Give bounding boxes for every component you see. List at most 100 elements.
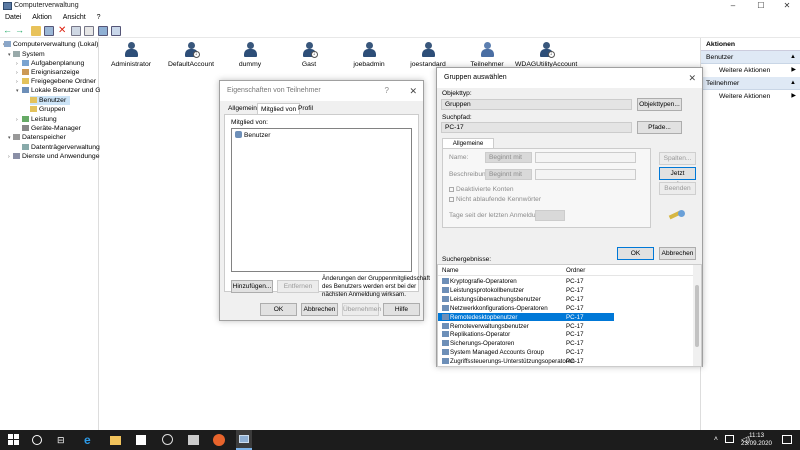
store-icon[interactable] <box>136 435 146 445</box>
user-item-wdagutilityaccount[interactable]: ↓ WDAGUtilityAccount <box>515 42 577 68</box>
non-expiring-checkbox[interactable]: Nicht ablaufende Kennwörter <box>449 196 541 203</box>
minimize-button[interactable]: – <box>720 0 746 13</box>
tree-item-datentraegerverwaltung[interactable]: Datenträgerverwaltung <box>22 143 100 152</box>
close-button[interactable]: ✕ <box>774 0 800 13</box>
menu-datei[interactable]: Datei <box>5 13 21 23</box>
search-results-list[interactable]: Name Ordner Kryptografie-Operatoren PC-17… <box>437 264 702 367</box>
tab-profil[interactable]: Profil <box>295 103 316 114</box>
ok-button[interactable]: OK <box>260 303 297 316</box>
tree-item-geraete-manager[interactable]: Geräte-Manager <box>22 124 81 133</box>
tree-item-lokale-benutzer[interactable]: Lokale Benutzer und Gru <box>22 86 107 95</box>
properties-icon[interactable] <box>71 26 81 36</box>
delete-icon[interactable]: ✕ <box>58 26 68 36</box>
user-item-teilnehmer[interactable]: Teilnehmer <box>456 42 518 68</box>
system-tray-chevron-icon[interactable]: ˄ <box>714 436 718 443</box>
close-icon[interactable]: ✕ <box>409 81 417 101</box>
tree-item-leistung[interactable]: Leistung <box>22 115 57 124</box>
tab-mitglied-von[interactable]: Mitglied von <box>257 103 301 114</box>
action-weitere-aktionen-1[interactable]: Weitere Aktionen ▶ <box>701 64 800 77</box>
show-tree-icon[interactable] <box>44 26 54 36</box>
ok-button[interactable]: OK <box>617 247 654 260</box>
user-item-joebadmin[interactable]: joebadmin <box>338 42 400 68</box>
result-row[interactable]: Netzwerkkonfigurations-Operatoren PC-17 <box>438 304 695 313</box>
tree-item-system[interactable]: System <box>13 50 45 59</box>
user-item-defaultaccount[interactable]: ↓ DefaultAccount <box>160 42 222 68</box>
result-row[interactable]: Kryptografie-Operatoren PC-17 <box>438 277 695 286</box>
tool-app-icon[interactable] <box>188 435 199 445</box>
result-row[interactable]: Remoteverwaltungsbenutzer PC-17 <box>438 322 695 331</box>
user-item-gast[interactable]: ↓ Gast <box>278 42 340 68</box>
column-name-header[interactable]: Name <box>442 267 459 274</box>
maximize-button[interactable]: ☐ <box>748 0 774 13</box>
days-since-logon-select[interactable] <box>535 210 565 221</box>
member-item-benutzer[interactable]: Benutzer <box>235 131 270 139</box>
user-item-administrator[interactable]: Administrator <box>100 42 162 68</box>
user-item-dummy[interactable]: dummy <box>219 42 281 68</box>
clock-app-icon[interactable] <box>162 434 173 445</box>
cancel-button[interactable]: Abbrechen <box>659 247 696 260</box>
add-button[interactable]: Hinzufügen... <box>231 280 273 293</box>
close-icon[interactable]: ✕ <box>688 68 696 88</box>
name-mode-select[interactable]: Beginnt mit <box>485 152 532 163</box>
back-icon[interactable]: ← <box>3 26 13 36</box>
edge-icon[interactable]: e <box>84 434 96 446</box>
column-folder-header[interactable]: Ordner <box>566 267 585 274</box>
description-input[interactable] <box>535 169 636 180</box>
submenu-arrow-icon: ▶ <box>791 67 796 73</box>
help-icon[interactable] <box>98 26 108 36</box>
scrollbar-thumb[interactable] <box>695 285 699 347</box>
computer-management-taskbar-button[interactable] <box>236 430 252 450</box>
start-button[interactable] <box>8 434 20 446</box>
view-icon[interactable] <box>111 26 121 36</box>
menu-aktion[interactable]: Aktion <box>32 13 51 23</box>
disabled-accounts-checkbox[interactable]: Deaktivierte Konten <box>449 186 514 193</box>
paths-button[interactable]: Pfade... <box>637 121 682 134</box>
help-title-button[interactable]: ? <box>385 81 389 101</box>
search-now-button[interactable]: Jetzt suchen <box>659 167 696 188</box>
action-weitere-aktionen-2[interactable]: Weitere Aktionen ▶ <box>701 90 800 103</box>
result-row[interactable]: Sicherungs-Operatoren PC-17 <box>438 339 695 348</box>
menu-ansicht[interactable]: Ansicht <box>63 13 86 23</box>
actions-section-benutzer[interactable]: Benutzer ▲ <box>701 51 800 64</box>
tree-item-datenspeicher[interactable]: Datenspeicher <box>13 133 66 142</box>
menu-help[interactable]: ? <box>97 13 101 23</box>
task-view-icon[interactable]: ⊟ <box>57 434 69 446</box>
results-scrollbar[interactable] <box>693 265 701 366</box>
firefox-icon[interactable] <box>213 434 225 446</box>
apply-button[interactable]: Übernehmen <box>342 303 381 316</box>
columns-button[interactable]: Spalten... <box>659 152 696 165</box>
taskbar: ⊟ e ˄ ◁) 11:13 23.09.2020 <box>0 430 800 450</box>
tree-item-aufgabenplanung[interactable]: Aufgabenplanung <box>22 59 84 68</box>
tree-item-freigegebene-ordner[interactable]: Freigegebene Ordner <box>22 77 96 86</box>
network-icon[interactable] <box>725 435 734 443</box>
description-mode-select[interactable]: Beginnt mit <box>485 169 532 180</box>
tab-allgemein[interactable]: Allgemein <box>225 103 260 114</box>
user-item-joestandard[interactable]: joestandard <box>397 42 459 68</box>
tree-item-dienste[interactable]: Dienste und Anwendungen <box>13 152 103 161</box>
cancel-button[interactable]: Abbrechen <box>301 303 338 316</box>
tree-item-ereignisanzeige[interactable]: Ereignisanzeige <box>22 68 79 77</box>
stop-button[interactable]: Beenden <box>659 182 696 195</box>
tree-item-gruppen[interactable]: Gruppen <box>30 105 65 114</box>
result-row[interactable]: Replikations-Operator PC-17 <box>438 330 695 339</box>
remove-button[interactable]: Entfernen <box>277 280 319 293</box>
result-row[interactable]: Leistungsprotokollbenutzer PC-17 <box>438 286 695 295</box>
file-explorer-icon[interactable] <box>110 436 121 445</box>
folder-up-icon[interactable] <box>31 26 41 36</box>
member-of-list[interactable]: Benutzer <box>231 128 412 272</box>
name-input[interactable] <box>535 152 636 163</box>
clock[interactable]: 11:13 23.09.2020 <box>741 432 772 448</box>
result-row[interactable]: Zugriffssteuerungs-Unterstützungsoperato… <box>438 357 695 366</box>
search-icon[interactable] <box>32 435 42 445</box>
tree-item-computerverwaltung[interactable]: Computerverwaltung (Lokal) <box>4 40 98 49</box>
notifications-icon[interactable] <box>782 435 792 444</box>
actions-section-teilnehmer[interactable]: Teilnehmer ▲ <box>701 77 800 90</box>
object-types-button[interactable]: Objekttypen... <box>637 98 682 111</box>
forward-icon[interactable]: → <box>15 26 25 36</box>
tree-item-benutzer[interactable]: Benutzer <box>30 96 70 105</box>
result-row[interactable]: Leistungsüberwachungsbenutzer PC-17 <box>438 295 695 304</box>
export-icon[interactable] <box>84 26 94 36</box>
result-row[interactable]: Remotedesktopbenutzer PC-17 <box>438 312 614 322</box>
help-button[interactable]: Hilfe <box>383 303 420 316</box>
result-row[interactable]: System Managed Accounts Group PC-17 <box>438 348 695 357</box>
